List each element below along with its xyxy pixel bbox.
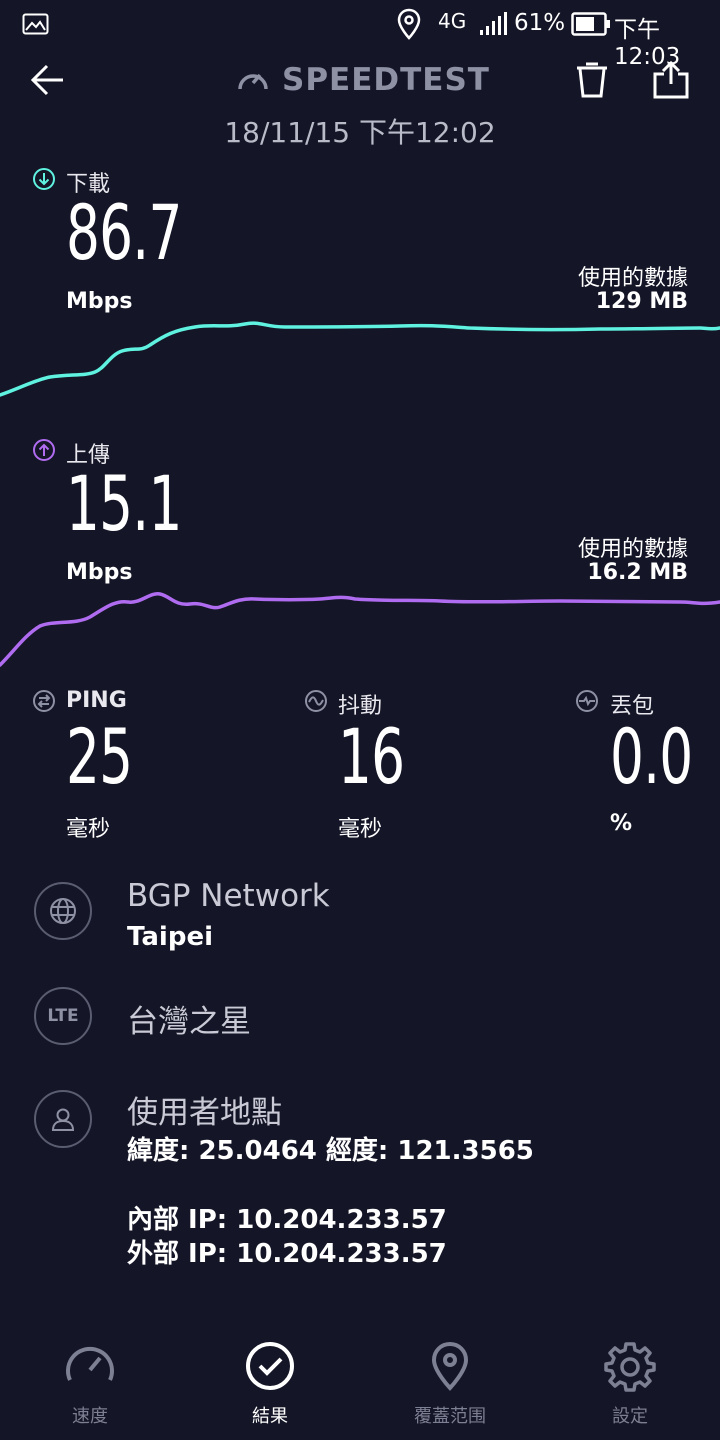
- speed-gauge-icon: [66, 1346, 114, 1381]
- map-pin-icon: [431, 1341, 469, 1391]
- carrier-name: 台灣之星: [127, 1004, 251, 1040]
- delete-trash-icon[interactable]: [574, 62, 610, 98]
- nav-settings-label: 設定: [612, 1406, 648, 1427]
- download-arrow-icon: [33, 168, 55, 190]
- ping-label: PING: [66, 688, 127, 713]
- nav-results[interactable]: 結果: [180, 1340, 360, 1428]
- user-icon: [34, 1090, 92, 1148]
- signal-icon: [480, 12, 507, 35]
- ping-icon: [33, 690, 55, 712]
- ping-unit: 毫秒: [66, 817, 111, 842]
- lte-icon: LTE: [34, 987, 92, 1045]
- status-bar: 4G 61% 下午12:03: [0, 0, 720, 70]
- test-datetime: 18/11/15 下午12:02: [224, 116, 496, 149]
- gear-icon: [604, 1342, 656, 1392]
- jitter-unit: 毫秒: [338, 817, 383, 842]
- nav-speed-label: 速度: [72, 1406, 108, 1427]
- back-arrow-icon[interactable]: [30, 62, 66, 98]
- packet-loss-unit: %: [610, 811, 633, 836]
- upload-arrow-icon: [33, 439, 55, 461]
- lte-icon-text: LTE: [47, 1006, 79, 1026]
- battery-percent: 61%: [514, 10, 566, 36]
- download-data-used-label: 使用的數據: [577, 266, 688, 291]
- user-location-title: 使用者地點: [127, 1095, 282, 1131]
- internal-ip: 內部 IP: 10.204.233.57: [127, 1205, 447, 1235]
- location-icon: [397, 8, 421, 40]
- ping-value: 25: [66, 712, 133, 801]
- nav-results-label: 結果: [252, 1406, 288, 1427]
- nav-coverage[interactable]: 覆蓋范围: [360, 1340, 540, 1428]
- user-coordinates: 緯度: 25.0464 經度: 121.3565: [127, 1136, 534, 1166]
- jitter-icon: [305, 690, 327, 712]
- results-check-icon: [246, 1342, 294, 1390]
- gallery-notification-icon: [22, 13, 49, 35]
- server-name[interactable]: BGP Network: [127, 878, 330, 914]
- app-title: SPEEDTEST: [282, 62, 490, 98]
- external-ip: 外部 IP: 10.204.233.57: [127, 1239, 447, 1269]
- download-speed-value: 86.7: [66, 188, 182, 277]
- globe-icon: [34, 882, 92, 940]
- share-icon[interactable]: [652, 60, 690, 100]
- upload-speed-graph: [0, 592, 720, 667]
- battery-icon: [571, 12, 610, 36]
- nav-speed[interactable]: 速度: [0, 1340, 180, 1428]
- packet-loss-icon: [576, 690, 598, 712]
- nav-coverage-label: 覆蓋范围: [414, 1406, 486, 1427]
- jitter-value: 16: [338, 712, 405, 801]
- upload-speed-value: 15.1: [66, 459, 182, 548]
- nav-settings[interactable]: 設定: [540, 1340, 720, 1428]
- server-city: Taipei: [127, 922, 213, 952]
- upload-data-used-label: 使用的數據: [577, 537, 688, 562]
- download-speed-graph: [0, 321, 720, 397]
- speedtest-gauge-icon: [238, 73, 268, 90]
- network-type: 4G: [438, 9, 467, 33]
- packet-loss-value: 0.0: [610, 712, 693, 801]
